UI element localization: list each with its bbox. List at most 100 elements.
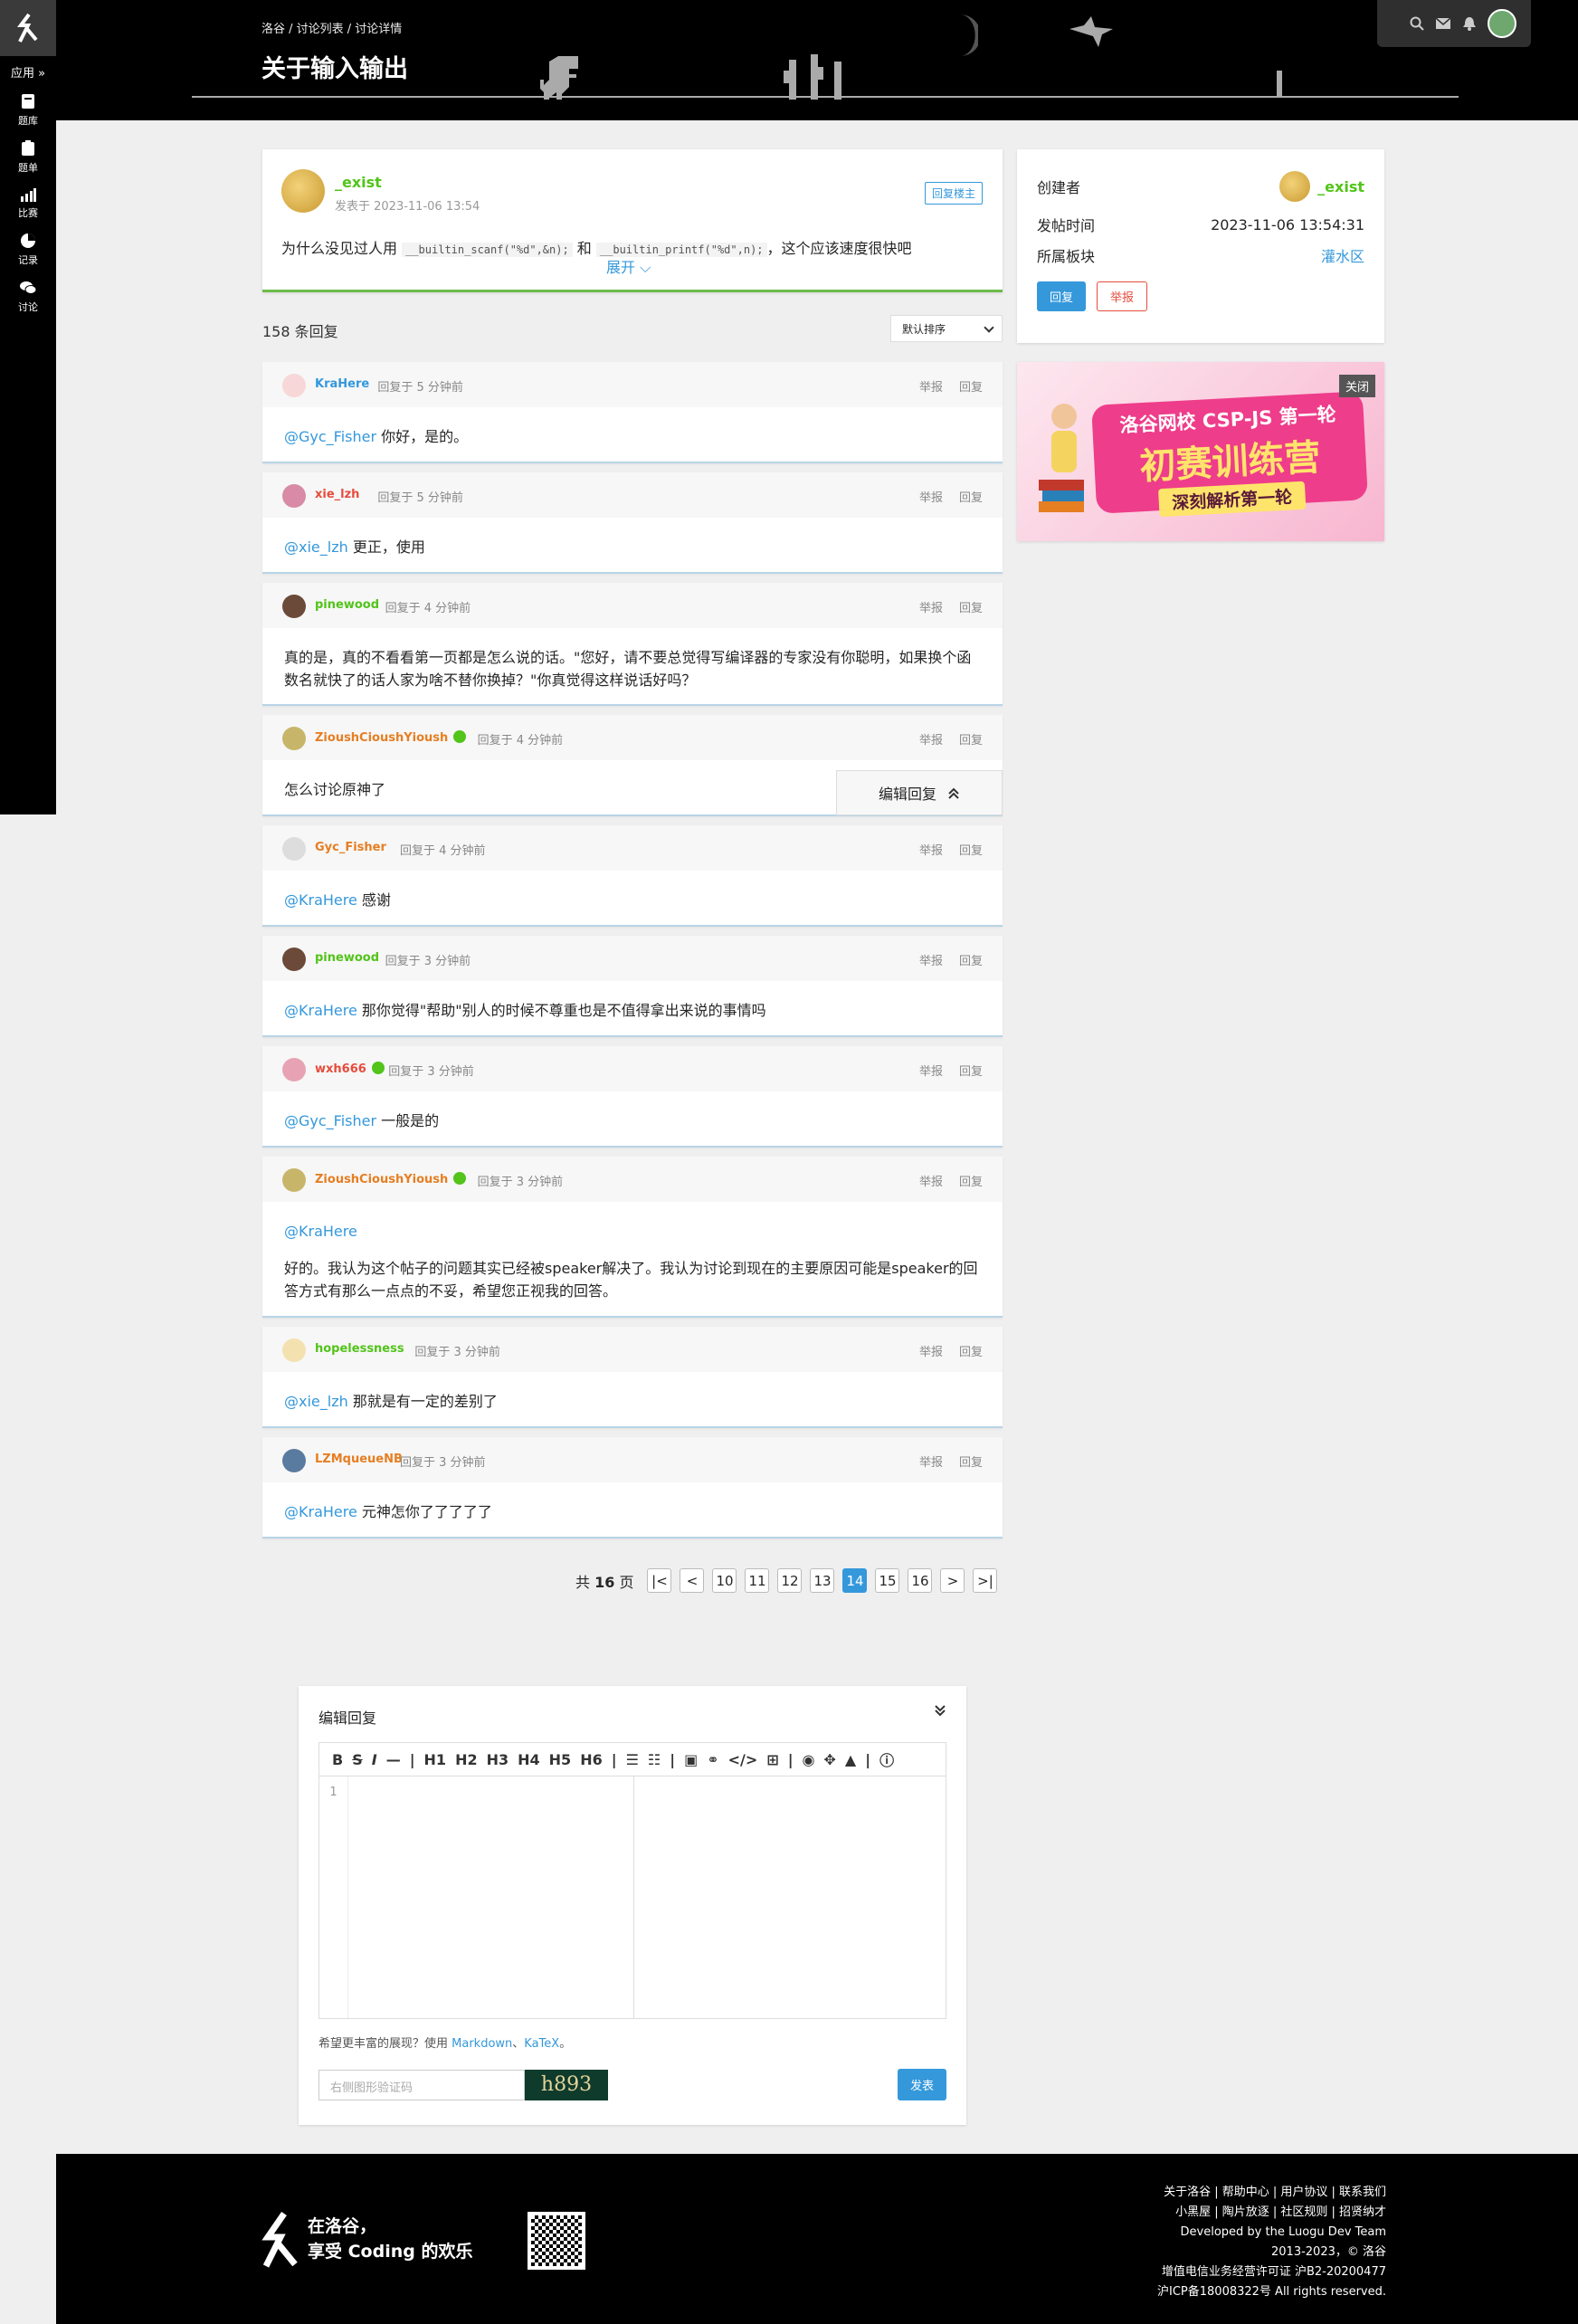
ordered-list-icon[interactable]: ☷ bbox=[648, 1751, 661, 1768]
reply-link[interactable]: 回复 bbox=[959, 730, 983, 748]
search-icon[interactable] bbox=[1410, 16, 1424, 31]
mention-link[interactable]: @KraHere bbox=[284, 1503, 357, 1520]
reply-author-name[interactable]: hopelessness bbox=[315, 1342, 404, 1356]
collapse-icon[interactable] bbox=[934, 1704, 946, 1717]
sidebar-item-contests[interactable]: 比赛 bbox=[0, 187, 56, 220]
katex-link[interactable]: KaTeX bbox=[524, 2037, 559, 2051]
reply-link[interactable]: 回复 bbox=[959, 1342, 983, 1359]
mention-link[interactable]: @xie_lzh bbox=[284, 1393, 348, 1410]
image-icon[interactable]: ▣ bbox=[684, 1751, 698, 1768]
markdown-input[interactable] bbox=[348, 1776, 634, 2018]
mail-icon[interactable] bbox=[1435, 17, 1451, 30]
first-page-button[interactable]: |< bbox=[647, 1568, 672, 1593]
page-button[interactable]: 12 bbox=[777, 1568, 803, 1593]
report-link[interactable]: 举报 bbox=[919, 841, 943, 858]
h5-icon[interactable]: H5 bbox=[549, 1751, 572, 1768]
reply-author-name[interactable]: ZioushCioushYioush bbox=[315, 730, 467, 745]
ad-banner[interactable]: 洛谷网校 CSP-JS 第一轮 初赛训练营 深刻解析第一轮 关闭 bbox=[1017, 362, 1384, 541]
reply-link[interactable]: 回复 bbox=[959, 1452, 983, 1470]
preview-eye-icon[interactable]: ◉ bbox=[803, 1751, 815, 1768]
h3-icon[interactable]: H3 bbox=[487, 1751, 509, 1768]
report-link[interactable]: 举报 bbox=[919, 1062, 943, 1079]
luogu-logo[interactable] bbox=[0, 0, 56, 56]
bold-icon[interactable]: B bbox=[332, 1751, 343, 1768]
footer-links-row-2[interactable]: 小黑屋 | 陶片放逐 | 社区规则 | 招贤纳才 bbox=[1157, 2203, 1386, 2223]
reply-link[interactable]: 回复 bbox=[959, 488, 983, 505]
reply-avatar[interactable] bbox=[282, 1338, 306, 1362]
report-link[interactable]: 举报 bbox=[919, 598, 943, 615]
mention-link[interactable]: @KraHere bbox=[284, 891, 357, 909]
breadcrumb[interactable]: 洛谷 / 讨论列表 / 讨论详情 bbox=[261, 19, 402, 36]
reply-link[interactable]: 回复 bbox=[959, 1172, 983, 1189]
page-button[interactable]: 11 bbox=[745, 1568, 770, 1593]
report-link[interactable]: 举报 bbox=[919, 951, 943, 968]
mention-link[interactable]: @KraHere bbox=[284, 1223, 357, 1240]
sidebar-item-discuss[interactable]: 讨论 bbox=[0, 280, 56, 314]
reply-avatar[interactable] bbox=[282, 727, 306, 750]
edit-reply-float-button[interactable]: 编辑回复 bbox=[836, 770, 1003, 815]
page-button[interactable]: 16 bbox=[908, 1568, 933, 1593]
footer-license[interactable]: 增值电信业务经营许可证 沪B2-20200477 bbox=[1157, 2262, 1386, 2282]
reply-avatar[interactable] bbox=[282, 1449, 306, 1472]
info-icon[interactable]: ⓘ bbox=[879, 1748, 894, 1770]
report-link[interactable]: 举报 bbox=[919, 1452, 943, 1470]
user-avatar[interactable] bbox=[1488, 9, 1516, 38]
report-button[interactable]: 举报 bbox=[1097, 281, 1148, 311]
reply-avatar[interactable] bbox=[282, 1168, 306, 1192]
reply-author-name[interactable]: pinewood bbox=[315, 598, 379, 612]
sidebar-item-records[interactable]: 记录 bbox=[0, 233, 56, 267]
reply-avatar[interactable] bbox=[282, 595, 306, 618]
reply-avatar[interactable] bbox=[282, 374, 306, 397]
h2-icon[interactable]: H2 bbox=[455, 1751, 478, 1768]
italic-icon[interactable]: I bbox=[372, 1751, 377, 1768]
next-page-button[interactable]: > bbox=[940, 1568, 965, 1593]
footer-links-row-1[interactable]: 关于洛谷 | 帮助中心 | 用户协议 | 联系我们 bbox=[1157, 2183, 1386, 2203]
board-link[interactable]: 灌水区 bbox=[1321, 244, 1364, 266]
prev-page-button[interactable]: < bbox=[680, 1568, 705, 1593]
reply-button[interactable]: 回复 bbox=[1037, 281, 1087, 311]
h4-icon[interactable]: H4 bbox=[518, 1751, 540, 1768]
creator-name[interactable]: _exist bbox=[1317, 178, 1364, 195]
publish-button[interactable]: 发表 bbox=[897, 2069, 946, 2100]
table-icon[interactable]: ⊞ bbox=[766, 1751, 778, 1768]
markdown-link[interactable]: Markdown bbox=[452, 2037, 512, 2051]
captcha-image[interactable]: h893 bbox=[525, 2069, 608, 2100]
fullscreen-icon[interactable]: ✥ bbox=[824, 1751, 836, 1768]
link-icon[interactable]: ⚭ bbox=[707, 1751, 718, 1768]
reply-op-button[interactable]: 回复楼主 bbox=[924, 182, 983, 205]
reply-link[interactable]: 回复 bbox=[959, 377, 983, 395]
creator-value[interactable]: _exist bbox=[1279, 171, 1364, 202]
expand-link[interactable]: 展开 ⌵ bbox=[606, 255, 651, 277]
reply-author-name[interactable]: xie_lzh bbox=[315, 488, 359, 501]
report-link[interactable]: 举报 bbox=[919, 1172, 943, 1189]
reply-author-name[interactable]: Gyc_Fisher bbox=[315, 841, 386, 854]
report-link[interactable]: 举报 bbox=[919, 1342, 943, 1359]
reply-author-name[interactable]: ZioushCioushYioush bbox=[315, 1172, 467, 1186]
mention-link[interactable]: @Gyc_Fisher bbox=[284, 1112, 376, 1129]
reply-avatar[interactable] bbox=[282, 948, 306, 971]
captcha-input[interactable]: 右侧图形验证码 bbox=[318, 2069, 525, 2100]
sort-select[interactable]: 默认排序 bbox=[890, 315, 1003, 342]
reply-avatar[interactable] bbox=[282, 1058, 306, 1081]
reply-avatar[interactable] bbox=[282, 837, 306, 861]
report-link[interactable]: 举报 bbox=[919, 488, 943, 505]
lock-icon[interactable]: ▲ bbox=[845, 1751, 856, 1768]
reply-author-name[interactable]: LZMqueueNB bbox=[315, 1452, 403, 1466]
reply-avatar[interactable] bbox=[282, 484, 306, 508]
op-avatar[interactable] bbox=[281, 169, 325, 213]
reply-author-name[interactable]: wxh666 bbox=[315, 1062, 385, 1076]
strikethrough-icon[interactable]: S bbox=[352, 1751, 363, 1768]
page-button[interactable]: 10 bbox=[712, 1568, 737, 1593]
bell-icon[interactable] bbox=[1462, 16, 1477, 31]
last-page-button[interactable]: >| bbox=[973, 1568, 998, 1593]
mention-link[interactable]: @Gyc_Fisher bbox=[284, 428, 376, 445]
mention-link[interactable]: @xie_lzh bbox=[284, 538, 348, 556]
ad-close-button[interactable]: 关闭 bbox=[1338, 375, 1375, 397]
page-button[interactable]: 13 bbox=[810, 1568, 835, 1593]
h6-icon[interactable]: H6 bbox=[580, 1751, 603, 1768]
sidebar-item-problems[interactable]: 题库 bbox=[0, 93, 56, 128]
apps-toggle[interactable]: 应用 » bbox=[0, 63, 56, 81]
mention-link[interactable]: @KraHere bbox=[284, 1002, 357, 1019]
page-button[interactable]: 15 bbox=[875, 1568, 900, 1593]
code-icon[interactable]: </> bbox=[728, 1751, 758, 1768]
